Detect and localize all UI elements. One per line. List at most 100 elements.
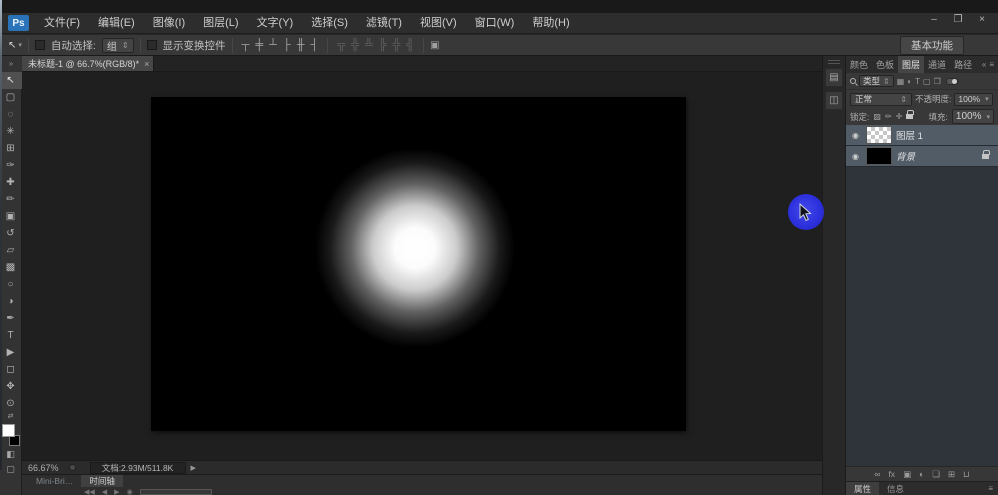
tool-preset-picker[interactable]: ↖ ▾: [8, 40, 22, 51]
timeline-mode-dropdown[interactable]: [140, 489, 212, 495]
visibility-eye-icon[interactable]: ◉: [849, 152, 862, 161]
opacity-field[interactable]: 100% ▾: [954, 93, 992, 106]
screen-mode-button[interactable]: ▢: [0, 462, 22, 477]
toolbar-collapse-button[interactable]: »: [0, 56, 22, 72]
history-panel-button[interactable]: ▤: [825, 68, 843, 87]
filter-shape-layers-icon[interactable]: ▢: [923, 77, 931, 86]
panel-menu-icon[interactable]: ≡: [989, 60, 994, 69]
history-brush-tool[interactable]: ↺: [0, 225, 22, 242]
lock-position-icon[interactable]: ✛: [896, 112, 903, 121]
restore-button[interactable]: ❐: [948, 14, 968, 26]
distribute-bottom-edges-icon[interactable]: ╩: [362, 36, 376, 54]
link-layers-icon[interactable]: ∞: [874, 469, 880, 479]
auto-align-layers-icon[interactable]: ▣: [430, 40, 439, 51]
auto-select-checkbox[interactable]: [35, 40, 45, 50]
layer-style-icon[interactable]: fx: [888, 469, 895, 479]
properties-panel-button[interactable]: ◫: [825, 91, 843, 110]
menu-item[interactable]: 文件(F): [35, 13, 89, 33]
move-tool[interactable]: ↖: [0, 72, 22, 89]
zoom-tool[interactable]: ⊙: [0, 395, 22, 412]
tab-channels[interactable]: 通道: [924, 56, 950, 73]
menu-item[interactable]: 文字(Y): [248, 13, 303, 33]
foreground-color-swatch[interactable]: [2, 424, 15, 437]
align-bottom-edges-icon[interactable]: ┴: [266, 36, 280, 54]
filter-smart-objects-icon[interactable]: ❒: [934, 77, 941, 86]
blend-mode-dropdown[interactable]: 正常 ⇕: [850, 93, 912, 106]
menu-item[interactable]: 帮助(H): [523, 13, 578, 33]
blur-tool[interactable]: ○: [0, 276, 22, 293]
align-horizontal-centers-icon[interactable]: ╫: [294, 36, 308, 54]
tab-paths[interactable]: 路径: [950, 56, 976, 73]
marquee-tool[interactable]: ▢: [0, 89, 22, 106]
status-expand-icon[interactable]: ▶: [191, 464, 196, 472]
menu-item[interactable]: 滤镜(T): [357, 13, 411, 33]
auto-select-dropdown[interactable]: 组 ⇕: [102, 38, 134, 53]
tab-mini-bridge[interactable]: Mini-Bri…: [28, 475, 81, 487]
layer-row-layer1[interactable]: ◉ 图层 1: [846, 125, 998, 146]
layer-row-background[interactable]: ◉ 背景: [846, 146, 998, 167]
tab-color[interactable]: 颜色: [846, 56, 872, 73]
crop-tool[interactable]: ⊞: [0, 140, 22, 157]
menu-item[interactable]: 图层(L): [194, 13, 247, 33]
audio-icon[interactable]: ◉: [127, 488, 133, 495]
layer-thumbnail[interactable]: [866, 147, 892, 165]
align-vertical-centers-icon[interactable]: ╪: [252, 36, 266, 54]
lock-image-pixels-icon[interactable]: ✏: [885, 112, 892, 121]
layer-thumbnail[interactable]: [866, 126, 892, 144]
tab-properties[interactable]: 属性: [846, 482, 879, 495]
minimize-button[interactable]: –: [924, 14, 944, 26]
distribute-left-edges-icon[interactable]: ╠: [376, 36, 390, 54]
close-button[interactable]: ×: [972, 14, 992, 26]
panel-menu-icon[interactable]: ≡: [988, 484, 993, 493]
close-icon[interactable]: ×: [144, 59, 149, 69]
gradient-tool[interactable]: ▩: [0, 259, 22, 276]
collapse-dock-icon[interactable]: «: [982, 60, 986, 69]
align-right-edges-icon[interactable]: ┤: [308, 36, 322, 54]
shape-tool[interactable]: ◻: [0, 361, 22, 378]
quick-selection-tool[interactable]: ✳: [0, 123, 22, 140]
first-frame-icon[interactable]: ◀◀: [84, 488, 95, 495]
hand-tool[interactable]: ✥: [0, 378, 22, 395]
filter-type-layers-icon[interactable]: T: [915, 77, 920, 86]
dodge-tool[interactable]: ◑: [0, 293, 22, 310]
layer-name[interactable]: 图层 1: [896, 128, 923, 142]
menu-item[interactable]: 选择(S): [302, 13, 357, 33]
tab-layers[interactable]: 图层: [898, 56, 924, 73]
brush-tool[interactable]: ✏: [0, 191, 22, 208]
menu-item[interactable]: 视图(V): [411, 13, 466, 33]
distribute-right-edges-icon[interactable]: ╣: [403, 36, 417, 54]
eyedropper-tool[interactable]: ✑: [0, 157, 22, 174]
eraser-tool[interactable]: ▱: [0, 242, 22, 259]
new-layer-icon[interactable]: ⊞: [948, 469, 955, 480]
layer-name[interactable]: 背景: [896, 149, 915, 163]
new-group-icon[interactable]: ❏: [932, 469, 940, 480]
clone-stamp-tool[interactable]: ▣: [0, 208, 22, 225]
add-layer-mask-icon[interactable]: ▣: [903, 469, 911, 480]
zoom-level-field[interactable]: 66.67%: [28, 463, 59, 473]
filter-type-dropdown[interactable]: 类型 ⇕: [859, 75, 894, 87]
swap-colors-icon[interactable]: ⇄: [8, 412, 14, 422]
new-adjustment-layer-icon[interactable]: ◐: [919, 469, 924, 479]
filtering-toggle[interactable]: [946, 78, 958, 85]
align-top-edges-icon[interactable]: ┬: [239, 36, 253, 54]
filter-adjustment-layers-icon[interactable]: ◐: [907, 77, 912, 86]
visibility-eye-icon[interactable]: ◉: [849, 131, 862, 140]
menu-item[interactable]: 窗口(W): [466, 13, 524, 33]
distribute-top-edges-icon[interactable]: ╦: [334, 36, 348, 54]
healing-brush-tool[interactable]: ✚: [0, 174, 22, 191]
lasso-tool[interactable]: ◌: [0, 106, 22, 123]
document-tab[interactable]: 未标题-1 @ 66.7%(RGB/8)* ×: [22, 56, 154, 71]
dock-grip-icon[interactable]: [828, 60, 840, 64]
tab-timeline[interactable]: 时间轴: [81, 475, 123, 487]
align-left-edges-icon[interactable]: ├: [280, 36, 294, 54]
tab-swatches[interactable]: 色板: [872, 56, 898, 73]
canvas-pasteboard[interactable]: [22, 72, 822, 460]
type-tool[interactable]: T: [0, 327, 22, 344]
menu-item[interactable]: 编辑(E): [89, 13, 144, 33]
document-canvas[interactable]: [151, 97, 686, 431]
play-icon[interactable]: ▶: [114, 488, 119, 495]
tab-info[interactable]: 信息: [879, 482, 912, 495]
distribute-vertical-centers-icon[interactable]: ╬: [348, 36, 362, 54]
quick-mask-button[interactable]: ◧: [0, 447, 22, 462]
fill-field[interactable]: 100% ▾: [952, 109, 994, 124]
